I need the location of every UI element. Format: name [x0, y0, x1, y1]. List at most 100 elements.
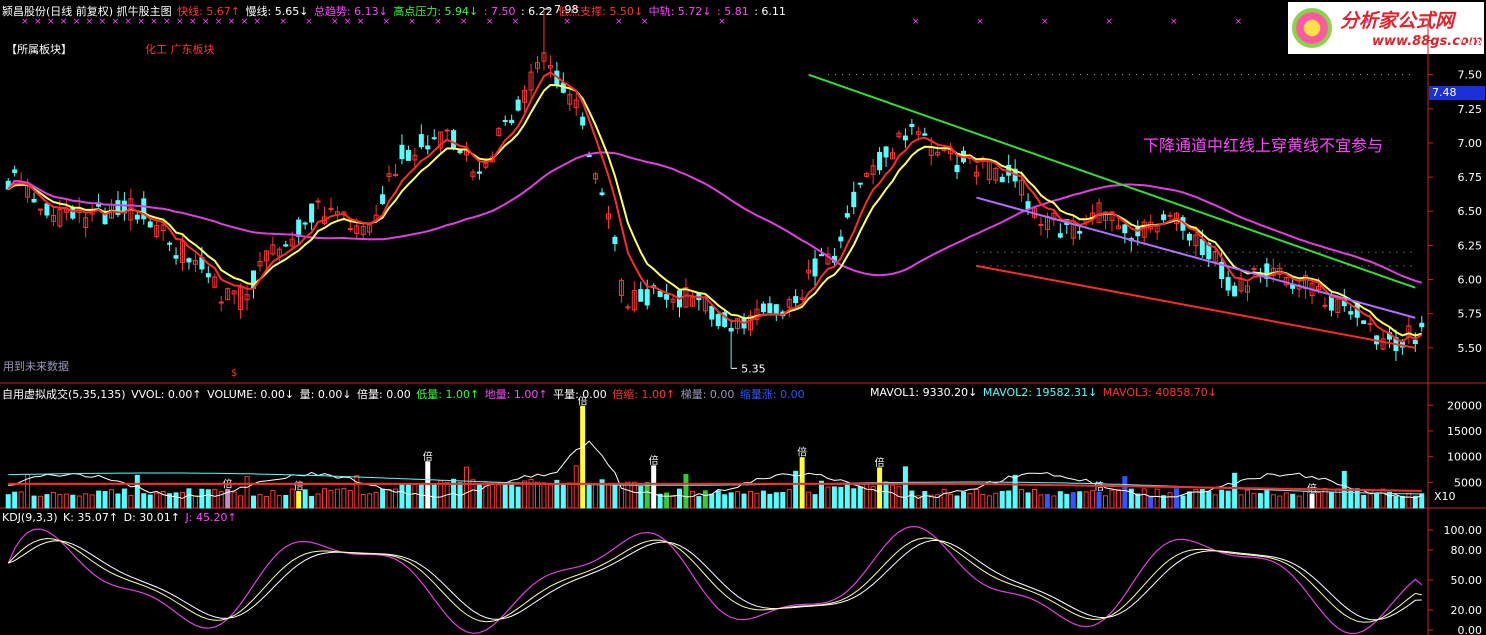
volume-bar [948, 493, 954, 509]
signal-x-marker: × [331, 17, 339, 27]
volume-bar [141, 493, 147, 509]
candle-down [418, 134, 424, 148]
volume-tick-label: 5000 [1454, 476, 1482, 489]
signal-x-marker: × [34, 17, 42, 27]
volume-bar [186, 488, 192, 509]
price-tick-label: 7.00 [1458, 137, 1483, 150]
candle-down [922, 133, 928, 136]
volume-bar [786, 489, 792, 509]
candle-down [205, 273, 211, 278]
candle-down [302, 222, 308, 225]
volume-bar [818, 480, 825, 509]
candle-down [173, 255, 179, 259]
candle-down [709, 305, 715, 320]
slow-line [7, 83, 1423, 337]
candle-down [476, 171, 482, 174]
stock-chart[interactable]: 7.75 7.50 7.25 7.00 6.75 6.50 6.25 6.00 5.75 5.50… [0, 0, 1486, 635]
candle-up [1322, 304, 1328, 307]
signal-x-marker: × [641, 17, 649, 27]
volume-bar [1083, 491, 1089, 509]
volume-bar [63, 493, 69, 509]
high-label: 7.98 [554, 3, 579, 16]
signal-x-marker: × [279, 17, 287, 27]
signal-x-marker: × [176, 17, 184, 27]
volume-bar [1057, 491, 1063, 509]
volume-bar [831, 486, 837, 509]
price-panel[interactable]: 7.98 5.35 × × × × × × × × × × × × × × × × × × × × × × × × × × × × × × × ×… [5, 3, 1425, 375]
candle-down [857, 182, 863, 185]
candle-down [728, 327, 734, 332]
volume-bar [1270, 494, 1276, 509]
volume-bar [1206, 491, 1212, 509]
volume-bar [212, 488, 218, 509]
volume-bar [747, 490, 754, 509]
signal-x-marker: × [189, 17, 197, 27]
volume-bar [573, 465, 579, 509]
volume-bar [57, 493, 63, 509]
candle-down [309, 203, 315, 223]
volume-bar [12, 491, 18, 509]
volume-bar [586, 482, 592, 509]
volume-bar [799, 457, 805, 509]
volume-bar [347, 490, 353, 509]
volume-panel[interactable]: 倍倍倍倍倍倍倍倍倍 [5, 394, 1425, 509]
volume-bar [741, 493, 747, 509]
volume-bar [857, 486, 863, 509]
volume-bar [386, 488, 392, 509]
volume-bar [412, 483, 418, 509]
volume-bar [864, 483, 870, 509]
volume-bar [496, 484, 502, 509]
candle-down [1412, 339, 1418, 345]
volume-bar [328, 489, 334, 509]
volume-bar [631, 481, 637, 509]
volume-bar [954, 495, 960, 509]
signal-x-marker: × [112, 17, 120, 27]
candle-down [844, 213, 850, 218]
candle-down [599, 192, 605, 196]
candle-down [664, 294, 670, 300]
price-tick-label: 6.75 [1458, 171, 1483, 184]
candle-down [612, 236, 618, 245]
kdj-panel[interactable] [7, 525, 1423, 635]
volume-bar [1090, 490, 1096, 509]
volume-bar [199, 488, 205, 509]
signal-x-marker: × [383, 17, 391, 27]
volume-bar [877, 467, 883, 509]
price-tick-label: 7.50 [1458, 69, 1483, 82]
candle-down [12, 169, 18, 174]
volume-bar [1264, 490, 1270, 509]
signal-x-marker: × [99, 17, 107, 27]
volume-bar [315, 493, 321, 509]
candle-up [444, 129, 450, 132]
volume-bar [1244, 489, 1251, 509]
volume-bar [1225, 490, 1231, 509]
volume-bar [244, 475, 250, 509]
volume-bar [1393, 495, 1399, 509]
signal-x-marker: × [912, 17, 920, 27]
volume-bar [922, 491, 928, 509]
volume-bar [547, 484, 553, 509]
volume-bar [541, 482, 547, 509]
signal-x-marker: × [718, 17, 726, 27]
signal-x-marker: × [512, 17, 520, 27]
volume-bar [1348, 490, 1354, 509]
volume-bar [399, 483, 405, 509]
volume-bar [760, 490, 766, 509]
volume-bar [715, 490, 721, 509]
signal-x-marker: × [228, 17, 236, 27]
volume-bar [231, 491, 237, 509]
volume-bar [941, 488, 947, 509]
volume-bar [851, 488, 857, 509]
trendline-中轨 [976, 196, 1416, 319]
volume-unit: X10 [1434, 490, 1456, 503]
volume-bar [128, 494, 134, 509]
volume-bar [1328, 492, 1334, 509]
candle-up [218, 301, 224, 304]
volume-bar [670, 494, 676, 509]
signal-x-marker: × [408, 17, 416, 27]
signal-x-marker: × [86, 17, 94, 27]
kdj-d-line [8, 539, 1422, 621]
signal-x-marker: × [137, 17, 145, 27]
volume-bar [1141, 488, 1147, 509]
signal-x-marker: × [305, 17, 313, 27]
